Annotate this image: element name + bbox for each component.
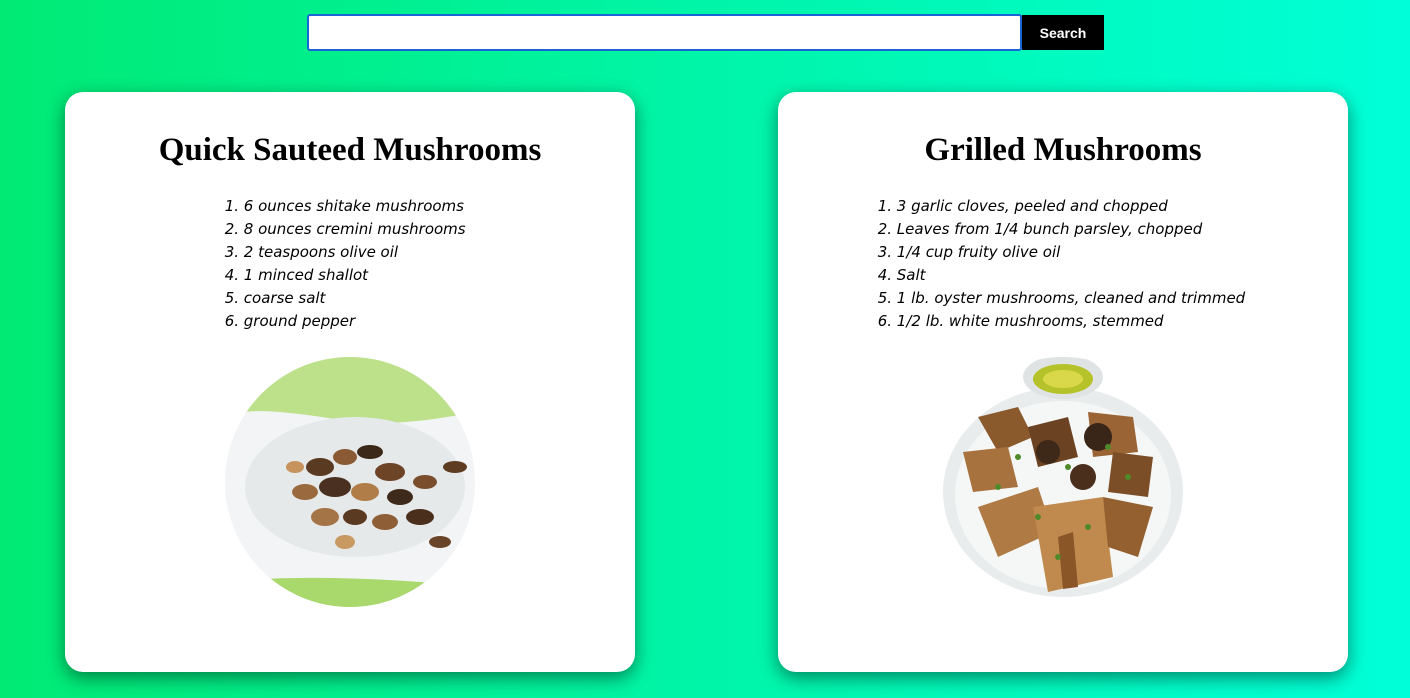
dish-image-sauteed-mushrooms: [225, 357, 475, 607]
ingredient-list: 1. 3 garlic cloves, peeled and chopped 2…: [875, 195, 1246, 333]
search-button[interactable]: Search: [1022, 15, 1104, 50]
list-item: 6. ground pepper: [224, 312, 356, 330]
list-item: 3. 2 teaspoons olive oil: [224, 243, 399, 261]
ingredient-text: Leaves from 1/4 bunch parsley, chopped: [896, 220, 1203, 238]
recipe-card-grilled-mushrooms: Grilled Mushrooms 1. 3 garlic cloves, pe…: [778, 92, 1348, 672]
ingredient-text: 1/4 cup fruity olive oil: [896, 243, 1061, 261]
list-item: 6. 1/2 lb. white mushrooms, stemmed: [877, 312, 1164, 330]
recipe-title: Quick Sauteed Mushrooms: [158, 132, 542, 168]
ingredient-text: ground pepper: [243, 312, 356, 330]
ingredient-text: coarse salt: [243, 289, 326, 307]
ingredient-text: 8 ounces cremini mushrooms: [243, 220, 466, 238]
list-item: 2. Leaves from 1/4 bunch parsley, choppe…: [877, 220, 1203, 238]
ingredient-text: 2 teaspoons olive oil: [243, 243, 399, 261]
ingredient-text: 3 garlic cloves, peeled and chopped: [896, 197, 1168, 215]
list-item: 5. 1 lb. oyster mushrooms, cleaned and t…: [877, 289, 1246, 307]
ingredient-text: 1 minced shallot: [243, 266, 369, 284]
list-item: 1. 3 garlic cloves, peeled and chopped: [877, 197, 1168, 215]
search-input[interactable]: [307, 14, 1022, 51]
ingredient-text: 1/2 lb. white mushrooms, stemmed: [896, 312, 1164, 330]
recipe-title: Grilled Mushrooms: [924, 132, 1202, 168]
list-item: 2. 8 ounces cremini mushrooms: [224, 220, 466, 238]
ingredient-text: 6 ounces shitake mushrooms: [243, 197, 464, 215]
list-item: 3. 1/4 cup fruity olive oil: [877, 243, 1061, 261]
ingredient-list: 1. 6 ounces shitake mushrooms 2. 8 ounce…: [222, 195, 466, 333]
ingredient-text: 1 lb. oyster mushrooms, cleaned and trim…: [896, 289, 1246, 307]
list-item: 4. Salt: [877, 266, 926, 284]
list-item: 1. 6 ounces shitake mushrooms: [224, 197, 464, 215]
list-item: 5. coarse salt: [224, 289, 326, 307]
dish-image-grilled-mushrooms: [938, 357, 1188, 607]
search-bar: Search: [307, 14, 1104, 51]
recipe-card-quick-sauteed-mushrooms: Quick Sauteed Mushrooms 1. 6 ounces shit…: [65, 92, 635, 672]
ingredient-text: Salt: [896, 266, 926, 284]
list-item: 4. 1 minced shallot: [224, 266, 369, 284]
